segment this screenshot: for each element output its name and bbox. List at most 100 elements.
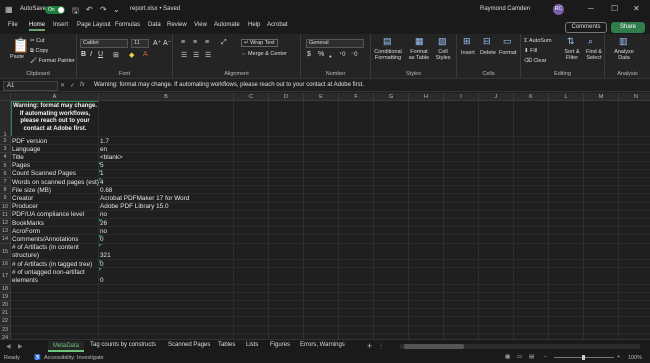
user-name[interactable]: Raymond Camden (480, 6, 530, 12)
cell-b13[interactable]: no (100, 228, 107, 235)
delete-cells-icon[interactable]: ⊟ (483, 36, 491, 47)
row-header[interactable]: 9 (0, 194, 11, 203)
avatar[interactable]: RC (553, 4, 564, 15)
percent-icon[interactable]: % (318, 51, 324, 58)
paste-button[interactable]: Paste (10, 54, 24, 60)
row-header[interactable]: 8 (0, 186, 11, 195)
formula-input[interactable]: Warning: format may change. If automatin… (94, 82, 364, 88)
increase-decimal-icon[interactable]: ⁺0 (339, 51, 346, 58)
cell-a2[interactable]: PDF version (12, 138, 47, 145)
row-header[interactable]: 6 (0, 169, 11, 178)
row-header[interactable]: 16 (0, 260, 11, 269)
spreadsheet-grid[interactable]: Warning: format may change. If automatin… (0, 93, 650, 339)
insert-cells-button[interactable]: Insert (461, 50, 475, 56)
row-header[interactable]: 3 (0, 145, 11, 154)
cell-a15[interactable]: # of Artifacts (in content (12, 244, 79, 251)
cell-styles-icon[interactable]: ▧ (438, 36, 447, 47)
sheet-tab-tag-counts[interactable]: Tag counts by constructs (90, 342, 156, 348)
page-layout-view-icon[interactable]: ▭ (517, 354, 522, 360)
column-header-c[interactable]: C (234, 93, 269, 101)
row-header[interactable]: 17 (0, 268, 11, 285)
error-indicator-icon[interactable] (99, 235, 102, 239)
row-header[interactable]: 19 (0, 292, 11, 301)
row-header[interactable]: 7 (0, 178, 11, 187)
tab-help[interactable]: Help (248, 22, 260, 28)
error-indicator-icon[interactable] (99, 161, 102, 165)
italic-icon[interactable]: I (90, 51, 92, 58)
font-size-select[interactable]: 11 (131, 39, 149, 48)
cell-a6[interactable]: Count Scanned Pages (12, 170, 76, 177)
cell-a7[interactable]: Words on scanned pages (est) (12, 179, 99, 186)
error-indicator-icon[interactable] (99, 178, 102, 181)
prev-sheet-icon[interactable]: ◀ (6, 343, 11, 350)
column-header-h[interactable]: H (409, 93, 444, 101)
format-painter-button[interactable]: 🖌 Format Painter (30, 58, 75, 64)
tab-home[interactable]: Home (29, 22, 46, 31)
cell-a16[interactable]: # of Artifacts (in tagged tree) (12, 261, 92, 268)
align-bottom-icon[interactable]: ≡ (205, 39, 209, 46)
align-right-icon[interactable]: ☰ (205, 51, 211, 59)
select-all-corner[interactable] (0, 93, 11, 101)
zoom-in-icon[interactable]: + (617, 354, 620, 360)
add-sheet-button[interactable]: + (367, 341, 372, 351)
column-header-i[interactable]: I (444, 93, 479, 101)
row-header[interactable]: 11 (0, 210, 11, 219)
orientation-icon[interactable]: ⤢ (221, 39, 227, 47)
redo-icon[interactable]: ↷ (100, 5, 107, 14)
autosum-button[interactable]: Σ AutoSum (524, 38, 552, 44)
insert-function-icon[interactable]: fx (80, 82, 85, 88)
cell-a8[interactable]: File size (MB) (12, 187, 51, 194)
row-header[interactable]: 14 (0, 235, 11, 244)
sheet-tab-tables[interactable]: Tables (218, 342, 235, 348)
align-left-icon[interactable]: ☰ (181, 51, 187, 59)
cell-b9[interactable]: Acrobat PDFMaker 17 for Word (100, 195, 189, 202)
next-sheet-icon[interactable]: ▶ (18, 343, 23, 350)
row-header[interactable]: 23 (0, 325, 11, 334)
tab-formulas[interactable]: Formulas (115, 22, 140, 28)
scrollbar-thumb[interactable] (404, 344, 464, 349)
column-header-n[interactable]: N (619, 93, 650, 101)
column-header-e[interactable]: E (304, 93, 339, 101)
copy-button[interactable]: ⧉ Copy (30, 48, 48, 55)
borders-icon[interactable]: ⊞ (113, 51, 119, 59)
zoom-level[interactable]: 100% (628, 355, 642, 361)
cell-a9[interactable]: Creator (12, 195, 33, 202)
cell-b11[interactable]: no (100, 211, 107, 218)
tab-acrobat[interactable]: Acrobat (267, 22, 288, 28)
cell-a10[interactable]: Producer (12, 203, 38, 210)
sheet-tab-lists[interactable]: Lists (246, 342, 258, 348)
format-as-table-button[interactable]: Format as Table (407, 49, 431, 61)
zoom-slider[interactable] (554, 355, 614, 360)
cell-a17[interactable]: # of untagged non-artifact (12, 269, 85, 276)
column-header-j[interactable]: J (479, 93, 514, 101)
decrease-decimal-icon[interactable]: ⁻0 (351, 51, 358, 58)
row-header[interactable]: 12 (0, 219, 11, 228)
cell-styles-button[interactable]: Cell Styles (434, 49, 452, 61)
name-box[interactable]: A1 (3, 81, 58, 91)
find-select-icon[interactable]: ⌕ (588, 36, 593, 47)
shrink-font-icon[interactable]: A⁻ (163, 39, 171, 47)
enter-icon[interactable]: ✓ (70, 82, 75, 89)
column-header-g[interactable]: G (374, 93, 409, 101)
cell-a12[interactable]: BookMarks (12, 220, 44, 227)
sheet-tab-figures[interactable]: Figures (270, 342, 290, 348)
sort-filter-icon[interactable]: ⇅ (567, 36, 575, 47)
align-middle-icon[interactable]: ≡ (193, 39, 197, 46)
page-break-view-icon[interactable]: ▤ (529, 354, 534, 360)
save-icon[interactable]: 🖫 (72, 5, 79, 19)
comments-button[interactable]: Comments (565, 22, 607, 33)
align-top-icon[interactable]: ≡ (181, 39, 185, 46)
format-cells-button[interactable]: Format (499, 50, 516, 56)
maximize-icon[interactable]: ☐ (611, 4, 618, 13)
find-select-button[interactable]: Find & Select (584, 49, 604, 61)
cell-a11[interactable]: PDF/UA compliance level (12, 211, 84, 218)
cell-b10[interactable]: Adobe PDF Library 15.0 (100, 203, 169, 210)
warning-cell-a1[interactable]: Warning: format may change. If automatin… (11, 101, 99, 137)
fill-color-icon[interactable]: ◆ (129, 51, 134, 59)
customize-toolbar-icon[interactable]: ⌄ (113, 5, 120, 14)
cancel-icon[interactable]: ✕ (60, 82, 65, 89)
tab-insert[interactable]: Insert (53, 22, 68, 28)
cell-a3[interactable]: Language (12, 146, 40, 153)
column-header-b[interactable]: B (99, 93, 234, 101)
undo-icon[interactable]: ↶ (86, 5, 93, 14)
